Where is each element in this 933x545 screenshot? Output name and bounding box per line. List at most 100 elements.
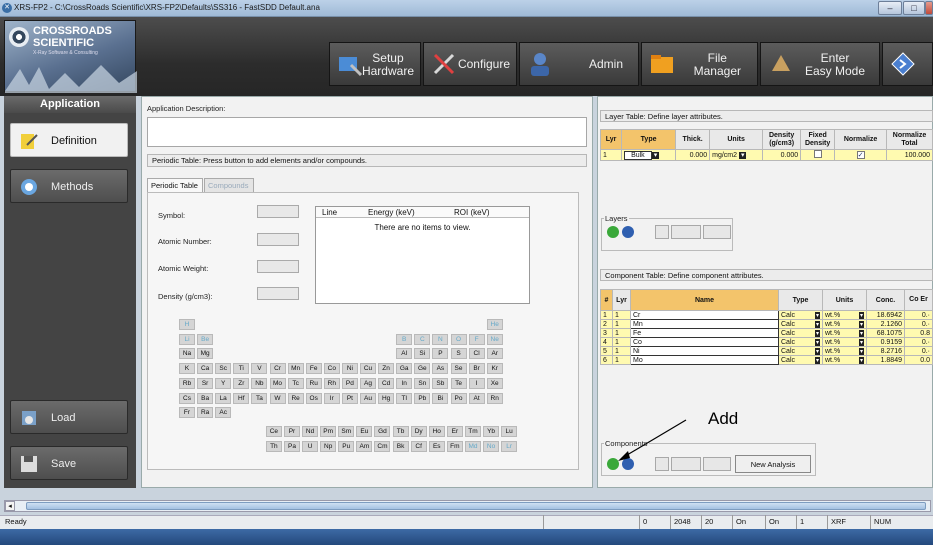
- element-rb-button[interactable]: Rb: [179, 377, 195, 389]
- element-lu-button[interactable]: Lu: [501, 426, 518, 438]
- element-al-button[interactable]: Al: [396, 348, 413, 360]
- element-at-button[interactable]: At: [468, 392, 485, 404]
- comp-type[interactable]: Calc ▾: [778, 346, 823, 356]
- element-pr-button[interactable]: Pr: [283, 426, 300, 438]
- element-xe-button[interactable]: Xe: [486, 377, 503, 389]
- dropdown-arrow-icon[interactable]: ▾: [814, 356, 820, 364]
- dropdown-arrow-icon[interactable]: ▾: [858, 311, 864, 319]
- element-ne-button[interactable]: Ne: [486, 333, 503, 345]
- element-th-button[interactable]: Th: [265, 441, 282, 452]
- element-fm-button[interactable]: Fm: [446, 441, 463, 452]
- layer-normalize-total[interactable]: 100.000: [886, 149, 933, 161]
- layer-refresh-dropdown-icon[interactable]: [671, 225, 701, 239]
- element-k-button[interactable]: K: [179, 363, 195, 375]
- element-co-button[interactable]: Co: [323, 363, 340, 375]
- comp-units[interactable]: wt.% ▾: [822, 310, 867, 320]
- definition-button[interactable]: Definition: [10, 123, 128, 157]
- element-mg-button[interactable]: Mg: [197, 348, 214, 360]
- file-manager-button[interactable]: File Manager: [641, 42, 758, 86]
- comp-name[interactable]: Cr: [630, 310, 779, 320]
- layer-type-select[interactable]: Bulk ▾: [621, 149, 677, 161]
- element-hg-button[interactable]: Hg: [378, 392, 395, 404]
- element-ho-button[interactable]: Ho: [428, 426, 445, 438]
- add-layer-icon[interactable]: [607, 226, 619, 238]
- new-analysis-button[interactable]: New Analysis: [735, 455, 811, 473]
- comp-type[interactable]: Calc ▾: [778, 310, 823, 320]
- col-roi[interactable]: ROI (keV): [454, 208, 490, 217]
- element-np-button[interactable]: Np: [320, 441, 337, 452]
- element-ag-button[interactable]: Ag: [360, 377, 376, 389]
- dropdown-arrow-icon[interactable]: ▾: [858, 320, 864, 328]
- element-li-button[interactable]: Li: [179, 333, 195, 345]
- element-au-button[interactable]: Au: [360, 392, 376, 404]
- save-button[interactable]: Save: [10, 446, 128, 480]
- component-row[interactable]: 4 1 Co Calc ▾ wt.% ▾ 0.9159 0.·: [600, 337, 933, 347]
- comp-name[interactable]: Mo: [630, 355, 779, 365]
- normalize-checkbox[interactable]: ✓: [834, 149, 887, 161]
- element-h-button[interactable]: H: [179, 319, 195, 330]
- element-zn-button[interactable]: Zn: [378, 363, 395, 375]
- element-cr-button[interactable]: Cr: [269, 363, 286, 375]
- comp-type[interactable]: Calc ▾: [778, 328, 823, 338]
- configure-button[interactable]: Configure: [423, 42, 517, 86]
- comp-units[interactable]: wt.% ▾: [822, 328, 867, 338]
- element-cm-button[interactable]: Cm: [374, 441, 391, 452]
- layer-units-select[interactable]: mg/cm2 ▾: [709, 149, 764, 161]
- component-row[interactable]: 6 1 Mo Calc ▾ wt.% ▾ 1.8849 0.0: [600, 355, 933, 365]
- element-pb-button[interactable]: Pb: [414, 392, 431, 404]
- element-sr-button[interactable]: Sr: [197, 377, 214, 389]
- element-y-button[interactable]: Y: [215, 377, 232, 389]
- element-bi-button[interactable]: Bi: [432, 392, 449, 404]
- dropdown-arrow-icon[interactable]: ▾: [858, 338, 864, 346]
- element-pt-button[interactable]: Pt: [341, 392, 358, 404]
- element-lr-button[interactable]: Lr: [501, 441, 518, 452]
- element-tl-button[interactable]: Tl: [396, 392, 413, 404]
- element-tb-button[interactable]: Tb: [392, 426, 409, 438]
- layer-move-dropdown-icon[interactable]: [703, 225, 731, 239]
- element-rh-button[interactable]: Rh: [323, 377, 340, 389]
- comp-type[interactable]: Calc ▾: [778, 337, 823, 347]
- element-bk-button[interactable]: Bk: [392, 441, 409, 452]
- dropdown-arrow-icon[interactable]: ▾: [814, 320, 820, 328]
- setup-hardware-button[interactable]: Setup Hardware: [329, 42, 421, 86]
- element-nd-button[interactable]: Nd: [302, 426, 319, 438]
- element-b-button[interactable]: B: [396, 333, 413, 345]
- element-ce-button[interactable]: Ce: [265, 426, 282, 438]
- minimize-icon[interactable]: –: [878, 1, 902, 15]
- element-ti-button[interactable]: Ti: [233, 363, 250, 375]
- element-md-button[interactable]: Md: [464, 441, 481, 452]
- app-description-input[interactable]: [147, 117, 587, 147]
- element-cu-button[interactable]: Cu: [360, 363, 376, 375]
- element-ir-button[interactable]: Ir: [323, 392, 340, 404]
- element-br-button[interactable]: Br: [468, 363, 485, 375]
- element-as-button[interactable]: As: [432, 363, 449, 375]
- comp-units[interactable]: wt.% ▾: [822, 337, 867, 347]
- element-er-button[interactable]: Er: [446, 426, 463, 438]
- comp-type[interactable]: Calc ▾: [778, 319, 823, 329]
- layer-row[interactable]: 1 Bulk ▾ 0.000 mg/cm2 ▾ 0.000 ✓ 100.000: [599, 149, 933, 161]
- help-button[interactable]: [882, 42, 933, 86]
- element-i-button[interactable]: I: [468, 377, 485, 389]
- element-mn-button[interactable]: Mn: [287, 363, 304, 375]
- element-ar-button[interactable]: Ar: [486, 348, 503, 360]
- element-he-button[interactable]: He: [486, 319, 503, 330]
- element-cl-button[interactable]: Cl: [468, 348, 485, 360]
- element-w-button[interactable]: W: [269, 392, 286, 404]
- element-ga-button[interactable]: Ga: [396, 363, 413, 375]
- element-n-button[interactable]: N: [432, 333, 449, 345]
- element-s-button[interactable]: S: [450, 348, 467, 360]
- fixed-density-checkbox[interactable]: [800, 149, 836, 161]
- element-sc-button[interactable]: Sc: [215, 363, 232, 375]
- element-ac-button[interactable]: Ac: [215, 407, 232, 419]
- element-la-button[interactable]: La: [215, 392, 232, 404]
- element-ni-button[interactable]: Ni: [341, 363, 358, 375]
- load-button[interactable]: Load: [10, 400, 128, 434]
- maximize-icon[interactable]: □: [903, 1, 925, 15]
- element-pm-button[interactable]: Pm: [320, 426, 337, 438]
- element-ra-button[interactable]: Ra: [197, 407, 214, 419]
- element-no-button[interactable]: No: [483, 441, 500, 452]
- element-o-button[interactable]: O: [450, 333, 467, 345]
- layer-import-icon[interactable]: [655, 225, 669, 239]
- dropdown-arrow-icon[interactable]: ▾: [814, 338, 820, 346]
- element-cs-button[interactable]: Cs: [179, 392, 195, 404]
